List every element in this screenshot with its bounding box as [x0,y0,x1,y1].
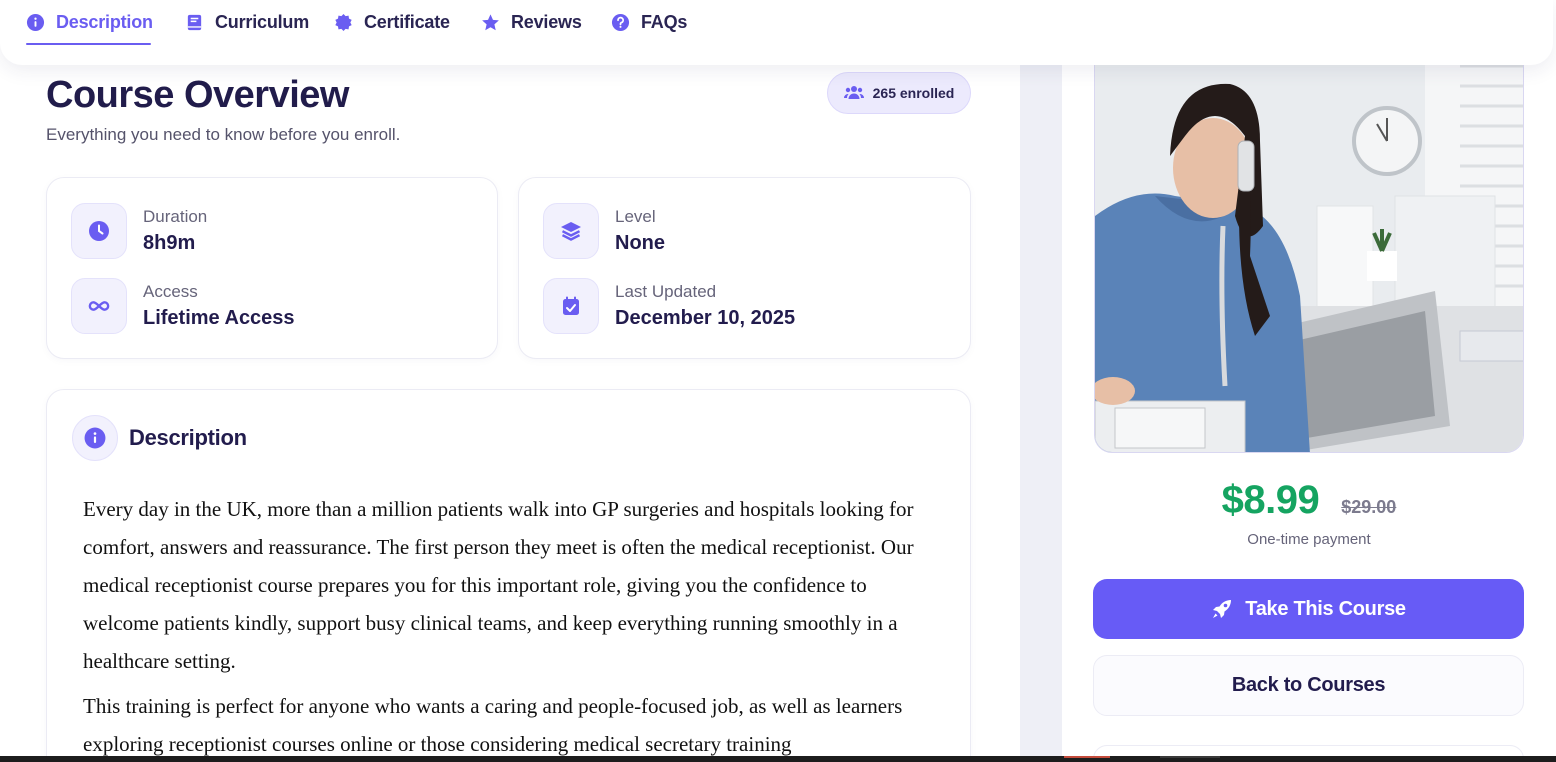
page-title: Course Overview [46,74,349,116]
stat-value: December 10, 2025 [615,307,796,329]
clock-icon [71,203,127,259]
tab-faqs[interactable]: FAQs [611,0,687,45]
tab-label: Reviews [511,12,582,32]
stat-label: Last Updated [615,282,717,301]
info-icon [72,415,118,461]
tab-bar: Description Curriculum Certificate Revie… [0,0,1553,65]
question-icon [611,13,630,32]
layers-icon [543,203,599,259]
taskbar [0,756,1556,762]
stat-label: Duration [143,207,208,226]
book-icon [185,13,204,32]
stat-value: 8h9m [143,232,196,254]
description-paragraph: Every day in the UK, more than a million… [83,497,914,673]
original-price: $29.00 [1341,497,1397,517]
payment-note: One-time payment [1247,531,1371,548]
infinity-icon [71,278,127,334]
enrolled-badge: 265 enrolled [827,72,971,114]
tab-certificate[interactable]: Certificate [334,0,450,45]
tab-curriculum[interactable]: Curriculum [185,0,309,45]
tab-label: FAQs [641,12,688,32]
take-course-label: Take This Course [1245,597,1406,620]
stat-value: None [615,232,665,254]
info-icon [26,13,45,32]
description-body: Every day in the UK, more than a million… [83,490,943,762]
taskbar-indicator [1064,756,1110,758]
current-price: $8.99 [1221,478,1320,522]
stat-label: Access [143,282,198,301]
tab-label: Description [56,12,153,32]
take-course-button[interactable]: Take This Course [1093,579,1524,639]
stat-label: Level [615,207,656,226]
price-row: $8.99 $29.00 [1094,478,1524,523]
stat-duration: Duration 8h9m [71,203,207,259]
stat-value: Lifetime Access [143,307,295,329]
taskbar-indicator [1160,756,1220,758]
tab-label: Curriculum [215,12,310,32]
tab-label: Certificate [364,12,450,32]
back-to-courses-label: Back to Courses [1231,674,1386,696]
description-card: Description Every day in the UK, more th… [46,389,971,762]
back-to-courses-button[interactable]: Back to Courses [1093,655,1524,716]
certificate-icon [334,13,353,32]
stat-level: Level None [543,203,665,259]
stat-access: Access Lifetime Access [71,278,295,334]
course-image [1094,55,1524,453]
stat-last-updated: Last Updated December 10, 2025 [543,278,795,334]
stats-card-left: Duration 8h9m Access Lifetime Access [46,177,498,359]
tab-description[interactable]: Description [26,0,153,45]
description-paragraph: This training is perfect for anyone who … [83,694,903,756]
users-icon [843,85,864,101]
rocket-icon [1211,598,1233,620]
page-subtitle: Everything you need to know before you e… [46,125,401,144]
description-header: Description [72,415,247,461]
stats-card-right: Level None Last Updated December 10, 202… [518,177,971,359]
star-icon [481,13,500,32]
enrolled-count: 265 enrolled [872,85,955,101]
tab-reviews[interactable]: Reviews [481,0,582,45]
calendar-check-icon [543,278,599,334]
description-title: Description [129,425,247,450]
